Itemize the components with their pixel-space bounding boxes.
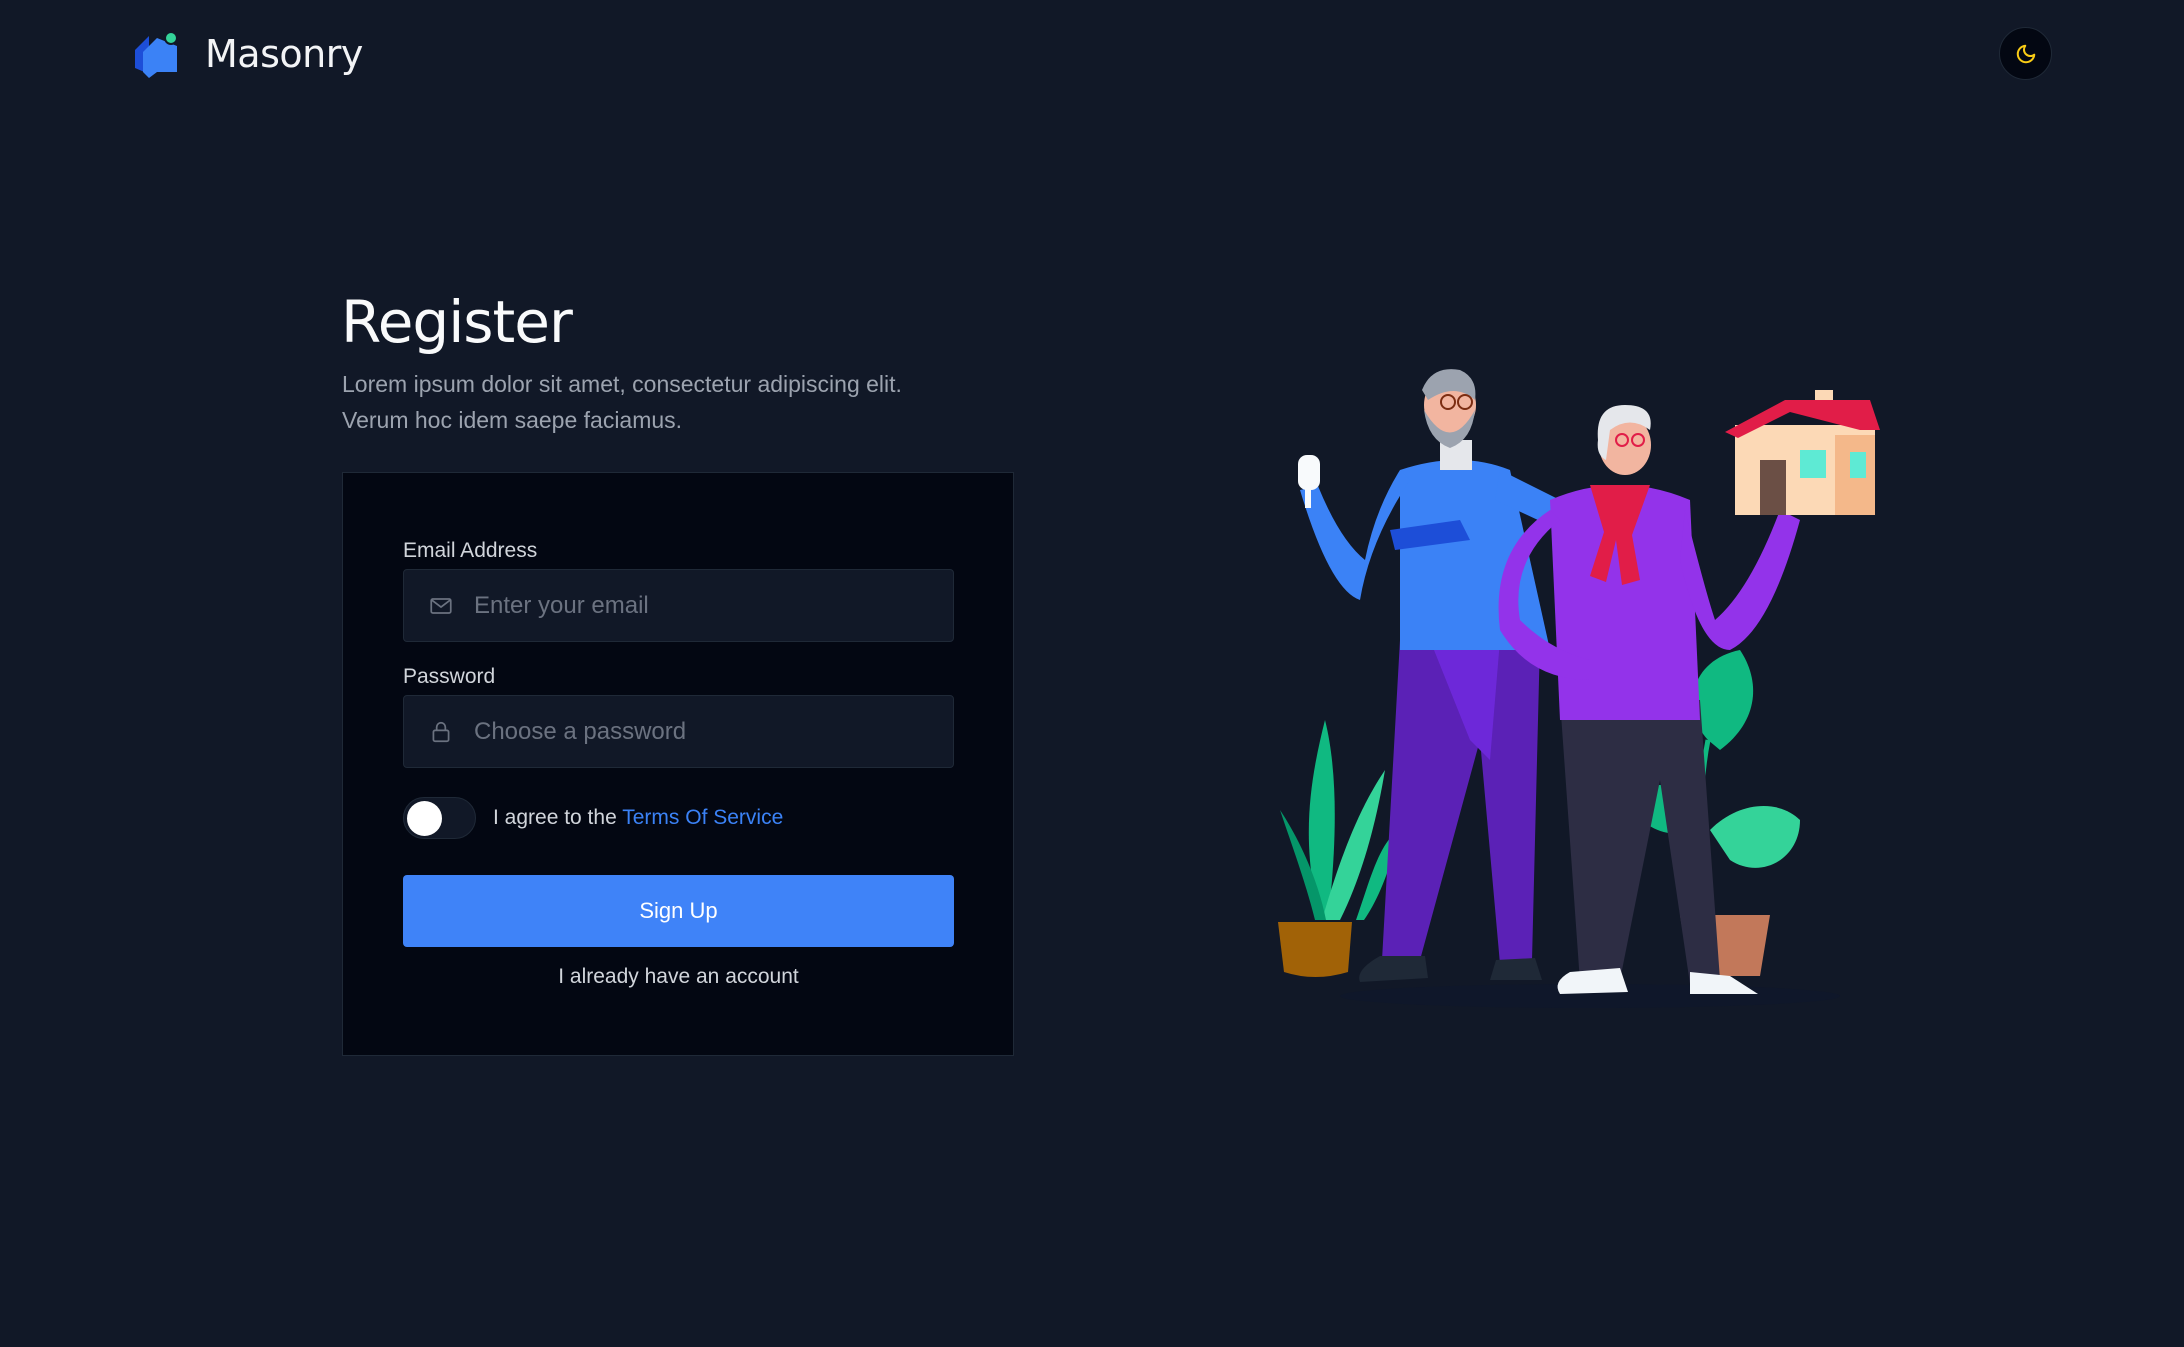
brand-name: Masonry — [205, 32, 363, 76]
lock-icon — [432, 721, 450, 742]
page-title: Register — [341, 288, 573, 356]
toggle-knob — [407, 801, 442, 836]
left-plant — [1278, 720, 1400, 977]
sign-up-button[interactable]: Sign Up — [403, 875, 954, 947]
moon-icon — [2016, 44, 2035, 63]
brand[interactable]: Masonry — [131, 28, 363, 80]
envelope-icon — [430, 597, 452, 614]
page-subtitle: Lorem ipsum dolor sit amet, consectetur … — [342, 366, 1002, 438]
terms-prefix: I agree to the — [493, 806, 617, 829]
theme-toggle-button[interactable] — [1999, 27, 2052, 80]
password-field[interactable] — [403, 695, 954, 768]
couple-with-house-illustration — [1278, 369, 1880, 1008]
email-input[interactable] — [474, 570, 953, 641]
register-page: Masonry Register Lorem ipsum dolor sit a… — [0, 0, 2184, 1347]
email-field[interactable] — [403, 569, 954, 642]
house-drawing — [1725, 390, 1880, 515]
register-form-card: Email Address Password I agree to the Te… — [342, 472, 1014, 1056]
terms-toggle[interactable] — [403, 797, 476, 839]
subtitle-line: Lorem ipsum dolor sit amet, consectetur … — [342, 371, 902, 397]
masonry-logo-icon — [135, 31, 178, 78]
login-link[interactable]: I already have an account — [403, 965, 954, 989]
password-label: Password — [403, 665, 496, 688]
subtitle-line: Verum hoc idem saepe faciamus. — [342, 407, 683, 433]
terms-of-service-link[interactable]: Terms Of Service — [622, 806, 783, 829]
terms-agreement: I agree to the Terms Of Service — [493, 806, 783, 830]
email-label: Email Address — [403, 539, 538, 562]
password-input[interactable] — [474, 696, 953, 767]
